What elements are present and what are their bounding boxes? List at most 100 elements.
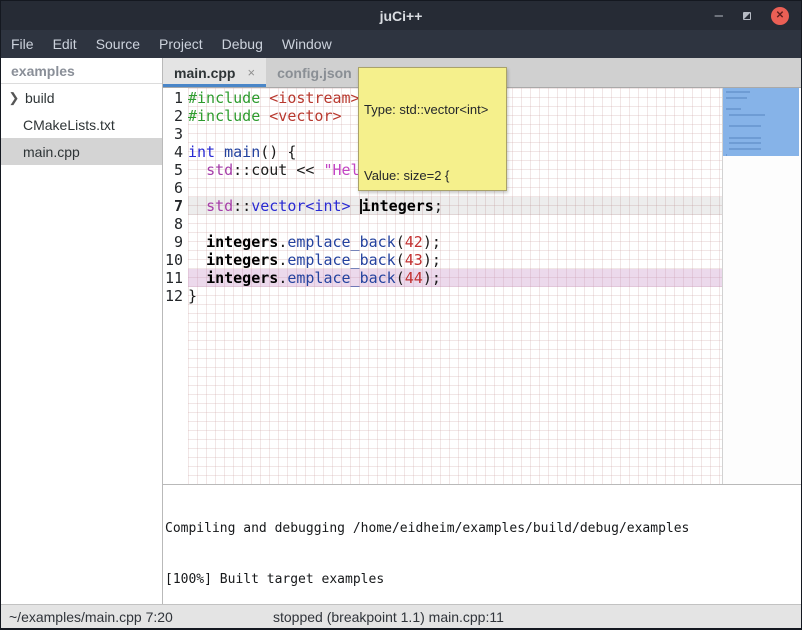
window-title: juCi++ bbox=[1, 8, 801, 24]
code-token: <vector> bbox=[269, 107, 341, 125]
code-token: ( bbox=[396, 251, 405, 269]
debug-status: stopped (breakpoint 1.1) main.cpp:11 bbox=[273, 609, 504, 625]
debug-value-tooltip: Type: std::vector<int> Value: size=2 { [… bbox=[358, 67, 507, 191]
menu-window[interactable]: Window bbox=[282, 36, 332, 52]
code-token: ( bbox=[396, 233, 405, 251]
menu-source[interactable]: Source bbox=[96, 36, 140, 52]
code-token: #include bbox=[188, 107, 269, 125]
code-token: . bbox=[278, 269, 287, 287]
project-name: examples bbox=[1, 58, 162, 84]
code-line[interactable]: integers.emplace_back(43); bbox=[188, 251, 722, 269]
minimize-icon[interactable]: – bbox=[715, 11, 723, 21]
restore-button[interactable] bbox=[743, 12, 751, 20]
code-token bbox=[188, 251, 206, 269]
code-token: main bbox=[224, 143, 260, 161]
code-token: () { bbox=[260, 143, 296, 161]
tree-item-maincpp[interactable]: main.cpp bbox=[1, 138, 162, 165]
console-line: Compiling and debugging /home/eidheim/ex… bbox=[165, 520, 801, 537]
code-token: <iostream> bbox=[269, 89, 359, 107]
code-token: emplace_back bbox=[287, 251, 395, 269]
code-token: integers bbox=[362, 197, 434, 215]
code-token bbox=[188, 269, 206, 287]
tab-label: config.json bbox=[277, 65, 352, 81]
line-number[interactable]: 6 bbox=[163, 179, 183, 197]
close-icon[interactable]: ✕ bbox=[771, 7, 789, 25]
line-number[interactable]: 12 bbox=[163, 287, 183, 305]
code-token bbox=[215, 143, 224, 161]
code-token: 42 bbox=[405, 233, 423, 251]
code-token: std bbox=[206, 197, 233, 215]
code-token: emplace_back bbox=[287, 269, 395, 287]
code-token bbox=[188, 161, 206, 179]
code-token: . bbox=[278, 251, 287, 269]
code-token: #include bbox=[188, 89, 269, 107]
line-number[interactable]: 11 bbox=[163, 269, 183, 287]
tooltip-value-line: Value: size=2 { bbox=[364, 164, 506, 187]
code-token: 43 bbox=[405, 251, 423, 269]
close-tab-icon[interactable]: × bbox=[247, 65, 255, 80]
tree-item-label: build bbox=[25, 90, 55, 106]
code-token: std bbox=[206, 161, 233, 179]
code-token: integers bbox=[206, 251, 278, 269]
menu-file[interactable]: File bbox=[11, 36, 34, 52]
titlebar[interactable]: juCi++ – ✕ bbox=[1, 1, 801, 30]
jucipp-window: juCi++ – ✕ File Edit Source Project Debu… bbox=[0, 0, 802, 630]
code-token: int bbox=[188, 143, 215, 161]
console-line: [100%] Built target examples bbox=[165, 571, 801, 588]
tab-maincpp[interactable]: main.cpp × bbox=[163, 58, 266, 87]
code-token bbox=[188, 197, 206, 215]
line-number[interactable]: 10 bbox=[163, 251, 183, 269]
line-number[interactable]: 3 bbox=[163, 125, 183, 143]
tree-item-cmakelists[interactable]: CMakeLists.txt bbox=[1, 111, 162, 138]
line-number[interactable]: 9 bbox=[163, 233, 183, 251]
console-output[interactable]: Compiling and debugging /home/eidheim/ex… bbox=[163, 484, 801, 604]
code-token: ); bbox=[423, 251, 441, 269]
line-number[interactable]: 7 bbox=[163, 197, 183, 215]
code-token: integers bbox=[206, 233, 278, 251]
minimap-visible-region[interactable] bbox=[723, 88, 799, 156]
code-line[interactable]: integers.emplace_back(42); bbox=[188, 233, 722, 251]
code-token: ; bbox=[434, 197, 443, 215]
code-token bbox=[188, 233, 206, 251]
line-number[interactable]: 2 bbox=[163, 107, 183, 125]
line-number-gutter[interactable]: 123456789101112 bbox=[163, 88, 188, 484]
tree-item-label: main.cpp bbox=[23, 144, 80, 160]
menu-debug[interactable]: Debug bbox=[222, 36, 263, 52]
menubar: File Edit Source Project Debug Window bbox=[1, 30, 801, 58]
line-number[interactable]: 5 bbox=[163, 161, 183, 179]
tooltip-type-line: Type: std::vector<int> bbox=[364, 101, 506, 118]
code-line[interactable]: } bbox=[188, 287, 722, 305]
code-line[interactable]: integers.emplace_back(44); bbox=[188, 269, 722, 287]
code-token: vector<int> bbox=[251, 197, 350, 215]
window-controls: – ✕ bbox=[715, 7, 801, 25]
code-token: ( bbox=[396, 269, 405, 287]
file-tree-panel: examples ❯ build CMakeLists.txt main.cpp bbox=[1, 58, 163, 604]
code-token: . bbox=[278, 233, 287, 251]
code-token: :: bbox=[233, 197, 251, 215]
restore-icon bbox=[743, 12, 751, 20]
statusbar: ~/examples/main.cpp 7:20 stopped (breakp… bbox=[1, 604, 801, 628]
code-token: 44 bbox=[405, 269, 423, 287]
code-line[interactable]: std::vector<int> integers; bbox=[188, 197, 722, 215]
minimap[interactable] bbox=[722, 88, 801, 484]
chevron-right-icon[interactable]: ❯ bbox=[5, 90, 23, 106]
code-token: cout bbox=[251, 161, 287, 179]
code-token: emplace_back bbox=[287, 233, 395, 251]
line-number[interactable]: 8 bbox=[163, 215, 183, 233]
code-token: } bbox=[188, 287, 197, 305]
code-token: integers bbox=[206, 269, 278, 287]
code-token: :: bbox=[233, 161, 251, 179]
code-line[interactable] bbox=[188, 215, 722, 233]
file-location-status: ~/examples/main.cpp 7:20 bbox=[9, 609, 173, 625]
tree-item-label: CMakeLists.txt bbox=[23, 117, 115, 133]
menu-project[interactable]: Project bbox=[159, 36, 203, 52]
code-token: ); bbox=[423, 269, 441, 287]
tree-item-build[interactable]: ❯ build bbox=[1, 84, 162, 111]
code-token: ); bbox=[423, 233, 441, 251]
tab-label: main.cpp bbox=[174, 65, 235, 81]
line-number[interactable]: 1 bbox=[163, 89, 183, 107]
line-number[interactable]: 4 bbox=[163, 143, 183, 161]
menu-edit[interactable]: Edit bbox=[53, 36, 77, 52]
code-token bbox=[351, 197, 360, 215]
code-token: << bbox=[287, 161, 323, 179]
